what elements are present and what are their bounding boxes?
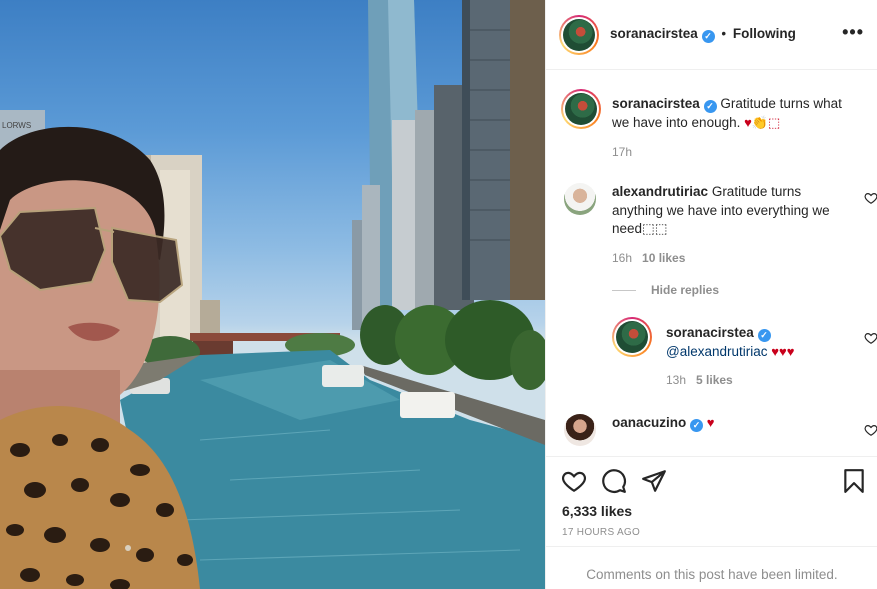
post-photo[interactable]: LORWS <box>0 0 545 589</box>
reply-time[interactable]: 13h <box>666 373 686 387</box>
comments-list[interactable]: soranacirstea ✓ Gratitude turns what we … <box>546 71 877 456</box>
reply-item: soranacirstea ✓ @alexandrutiriac ♥♥♥ 13h… <box>612 317 877 397</box>
comment-item: oanacuzino ✓ ♥ <box>562 412 877 456</box>
caption: soranacirstea ✓ Gratitude turns what we … <box>561 89 862 169</box>
header-author-line: soranacirstea ✓ • Following <box>610 26 796 43</box>
post-actions: 6,333 likes 17 HOURS AGO <box>546 456 877 548</box>
verified-badge-icon: ✓ <box>690 419 704 432</box>
reply-likes[interactable]: 5 likes <box>696 373 733 387</box>
verified-badge-icon: ✓ <box>757 329 771 342</box>
comment-likes[interactable]: 10 likes <box>642 251 685 265</box>
comment-username[interactable]: oanacuzino <box>612 415 686 430</box>
reply-like-heart-icon[interactable] <box>864 331 877 345</box>
comment-hearts: ♥ <box>706 415 715 430</box>
caption-time[interactable]: 17h <box>612 145 632 159</box>
caption-text: soranacirstea ✓ Gratitude turns what we … <box>612 95 852 132</box>
comment-time[interactable]: 16h <box>612 251 632 265</box>
reply-avatar[interactable] <box>612 317 652 357</box>
comment-like-heart-icon[interactable] <box>864 423 877 437</box>
comment-meta: 16h 10 likes <box>612 251 685 265</box>
verified-badge-icon: ✓ <box>701 30 715 43</box>
comment-text: alexandrutiriac Gratitude turns anything… <box>612 183 842 239</box>
reply-hearts: ♥♥♥ <box>771 343 795 359</box>
more-options-icon[interactable]: ••• <box>842 22 864 43</box>
caption-emoji: ♥👏⬚ <box>744 114 781 130</box>
verified-badge-icon: ✓ <box>703 100 717 113</box>
author-avatar[interactable] <box>559 15 599 55</box>
comment-icon[interactable] <box>601 468 627 494</box>
like-heart-icon[interactable] <box>561 468 587 494</box>
post-timestamp[interactable]: 17 HOURS AGO <box>562 527 640 538</box>
comment-username[interactable]: alexandrutiriac <box>612 184 708 199</box>
comment-avatar[interactable] <box>564 183 596 215</box>
comment-like-heart-icon[interactable] <box>864 191 877 205</box>
header-separator: • <box>721 26 727 41</box>
building-sign-text: LORWS <box>2 121 31 130</box>
comment-item: alexandrutiriac Gratitude turns anything… <box>562 181 877 271</box>
caption-avatar[interactable] <box>561 89 601 129</box>
post-header: soranacirstea ✓ • Following ••• <box>546 0 877 70</box>
following-button[interactable]: Following <box>733 26 796 41</box>
comment-emoji: ⬚⬚ <box>642 221 668 236</box>
author-username[interactable]: soranacirstea <box>610 26 698 41</box>
comments-limited-notice: Comments on this post have been limited. <box>546 546 877 589</box>
reply-username[interactable]: soranacirstea <box>666 325 754 340</box>
caption-username[interactable]: soranacirstea <box>612 96 700 111</box>
hide-replies-button[interactable]: Hide replies <box>651 283 719 297</box>
bookmark-icon[interactable] <box>841 468 867 494</box>
reply-text: soranacirstea ✓ @alexandrutiriac ♥♥♥ <box>666 324 836 361</box>
post-side-panel: soranacirstea ✓ • Following ••• soranaci… <box>545 0 877 589</box>
hide-replies-line <box>612 290 636 291</box>
comment-avatar[interactable] <box>564 414 596 446</box>
share-icon[interactable] <box>641 468 667 494</box>
reply-meta: 13h 5 likes <box>666 373 733 387</box>
comment-text: oanacuzino ✓ ♥ <box>612 414 842 433</box>
reply-mention-link[interactable]: @alexandrutiriac <box>666 344 768 359</box>
photo-scene: LORWS <box>0 0 545 589</box>
likes-count[interactable]: 6,333 likes <box>562 503 632 519</box>
